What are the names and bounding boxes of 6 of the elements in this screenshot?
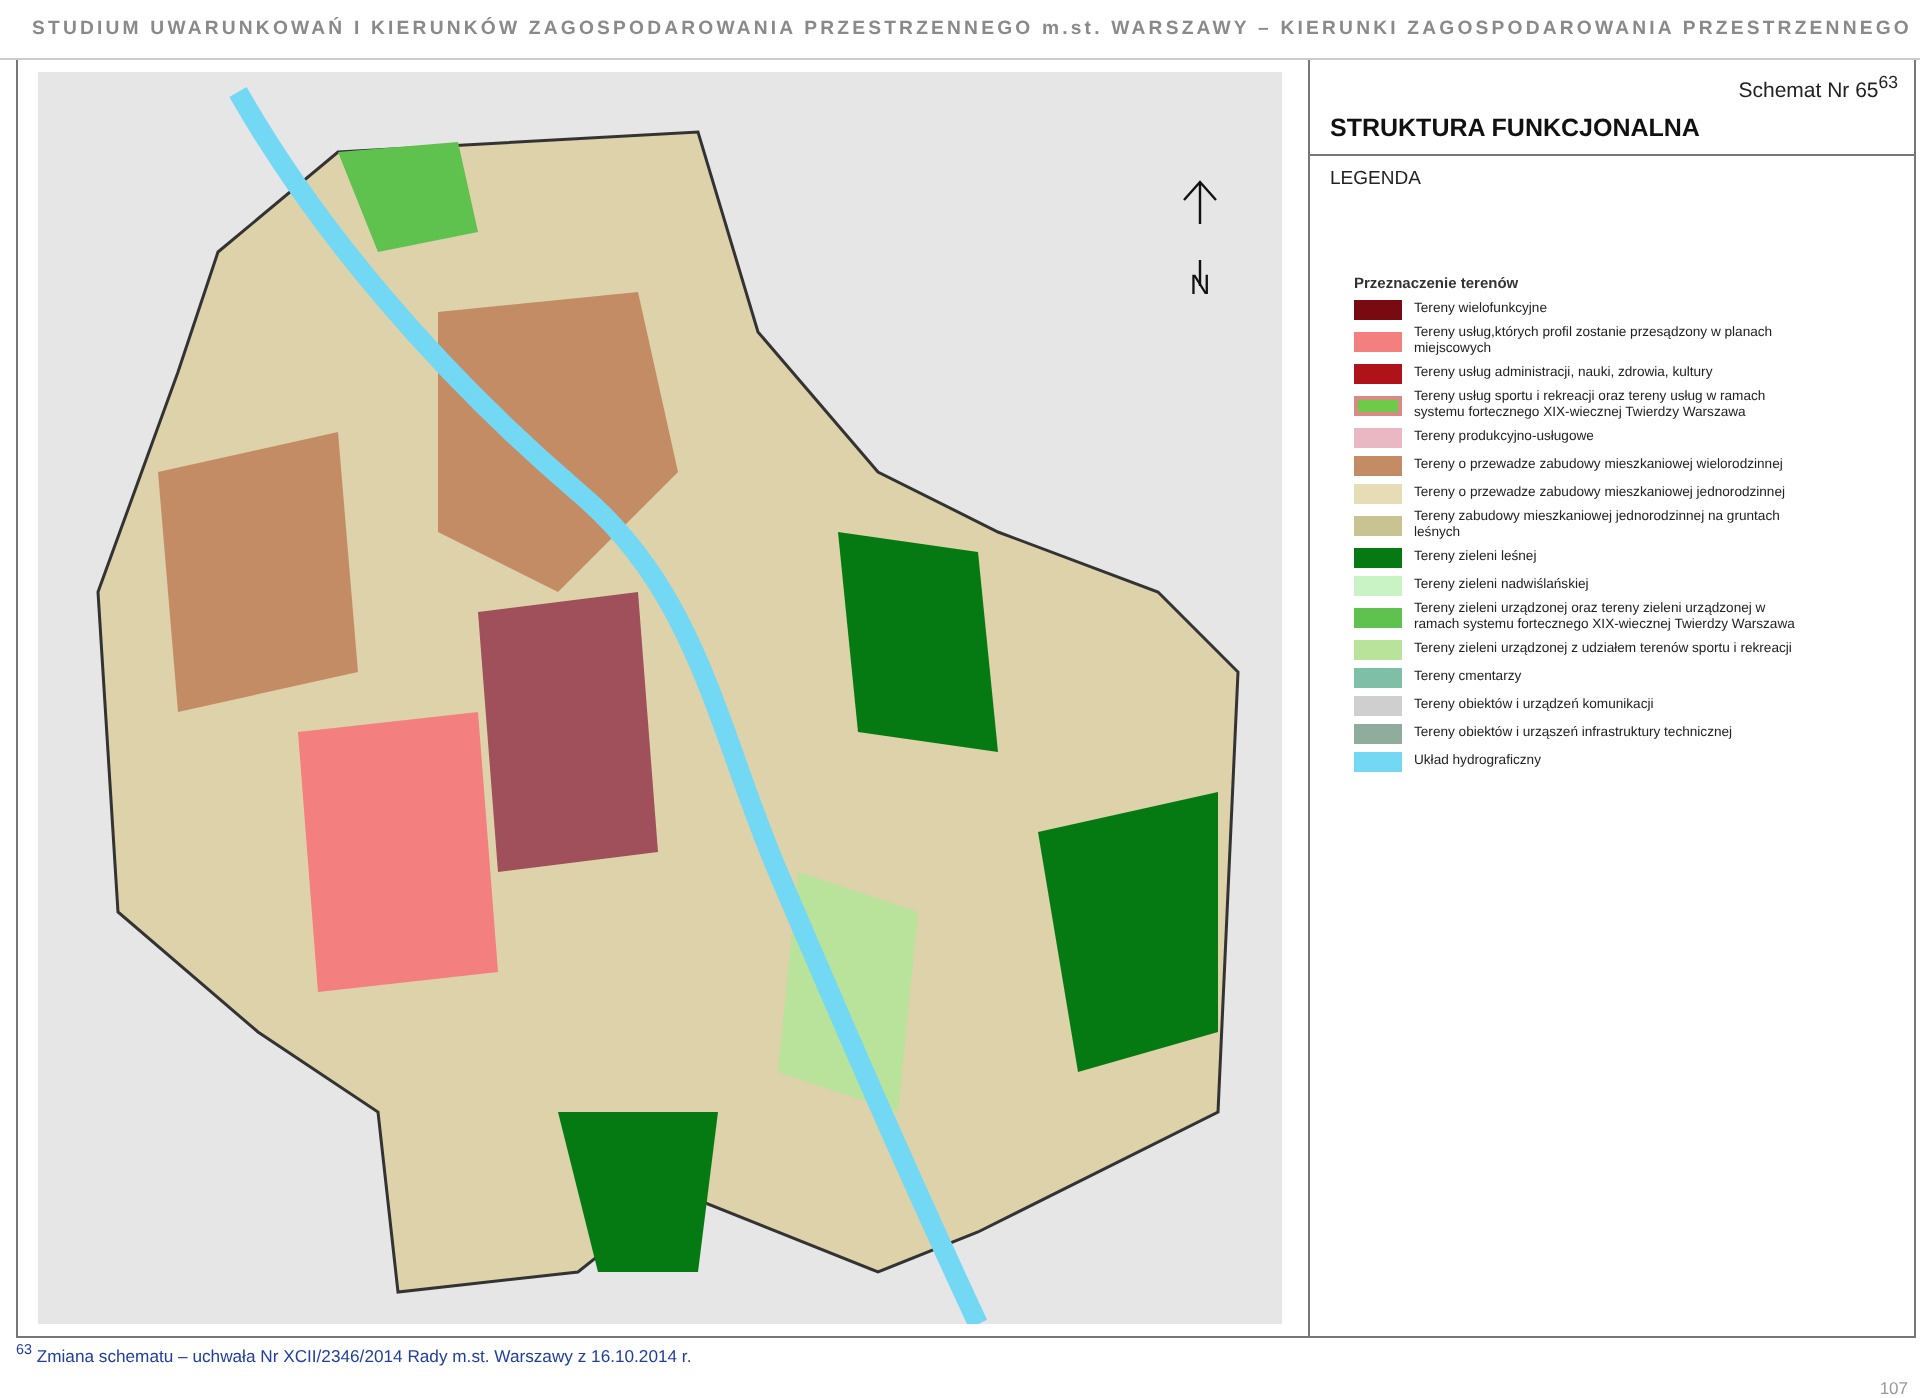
schema-title: STRUKTURA FUNKCJONALNA: [1330, 114, 1702, 143]
schema-number: Schemat Nr 65$^{63}$: [1738, 71, 1898, 103]
footnote: $^{63}$ Zmiana schematu – uchwała Nr XCII/2346/2014 Rady m.st. Warszawy z 16.10.2014 r.: [16, 1342, 694, 1366]
page-number: 107: [1879, 1378, 1908, 1398]
document-title: STUDIUM UWARUNKOWAŃ I KIERUNKÓW ZAGOSPODAROWANIA PRZESTRZENNEGO m.st. WARSZAWY – KIERUNKI ZAGOSPODAROWANIA PRZESTRZENNEGO: [32, 17, 1912, 40]
legend-heading: LEGENDA: [1330, 168, 1423, 191]
